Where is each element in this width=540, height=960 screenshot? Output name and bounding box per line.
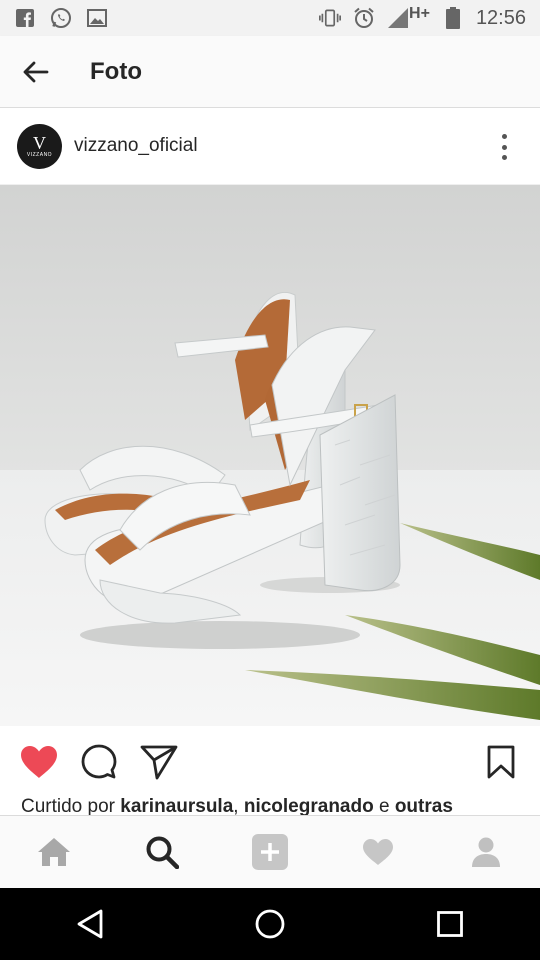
- heart-filled-icon: [21, 746, 57, 778]
- avatar-logo-letter: V: [33, 133, 46, 153]
- alarm-icon: [353, 7, 375, 29]
- profile-icon: [472, 837, 500, 867]
- save-button[interactable]: [481, 742, 521, 782]
- back-button[interactable]: [0, 36, 70, 108]
- likes-prefix: Curtido por: [21, 796, 121, 817]
- likes-separator: ,: [233, 796, 244, 817]
- share-button[interactable]: [139, 742, 179, 782]
- nav-home[interactable]: [24, 822, 84, 882]
- liker-link[interactable]: nicolegranado: [244, 796, 374, 817]
- heart-icon: [363, 839, 393, 865]
- more-dot: [501, 144, 507, 150]
- recents-square-icon: [437, 911, 463, 937]
- app-bar: Foto: [0, 36, 540, 108]
- post-photo[interactable]: [0, 185, 540, 726]
- liker-link[interactable]: karinaursula: [120, 796, 233, 817]
- home-circle-icon: [255, 909, 285, 939]
- android-nav-bar: [0, 888, 540, 960]
- home-icon: [38, 838, 70, 866]
- status-bar: H+ 12:56: [0, 0, 540, 36]
- avatar[interactable]: V VIZZANO: [17, 123, 62, 169]
- comment-icon: [81, 744, 117, 779]
- send-icon: [140, 745, 178, 780]
- vibrate-icon: [319, 7, 342, 29]
- like-button[interactable]: [19, 742, 59, 782]
- clock: 12:56: [475, 6, 526, 29]
- notification-icons: [14, 7, 108, 29]
- likes-others-link[interactable]: outras: [395, 796, 453, 817]
- battery-icon: [442, 7, 464, 29]
- nav-activity[interactable]: [348, 822, 408, 882]
- post-header: V VIZZANO vizzano_oficial: [0, 108, 540, 185]
- signal-icon: [388, 8, 409, 28]
- bookmark-icon: [487, 745, 515, 779]
- arrow-left-icon: [23, 61, 49, 82]
- comment-button[interactable]: [79, 742, 119, 782]
- sandals-photo: [0, 185, 540, 726]
- search-icon: [146, 836, 179, 869]
- system-icons: H+ 12:56: [319, 5, 526, 30]
- likes-conjunction: e: [373, 796, 395, 817]
- username-link[interactable]: vizzano_oficial: [74, 135, 198, 157]
- gallery-icon: [86, 7, 108, 29]
- page-title: Foto: [90, 57, 142, 85]
- signal-indicator: H+: [387, 5, 430, 29]
- more-dot: [501, 155, 507, 160]
- network-type: H+: [409, 5, 430, 22]
- back-triangle-icon: [77, 909, 103, 939]
- nav-add[interactable]: [240, 822, 300, 882]
- android-home-button[interactable]: [240, 894, 300, 954]
- android-recents-button[interactable]: [420, 894, 480, 954]
- avatar-logo-text: VIZZANO: [26, 152, 53, 158]
- android-back-button[interactable]: [60, 894, 120, 954]
- more-vertical-icon: [501, 134, 507, 139]
- whatsapp-icon: [50, 7, 72, 29]
- post-actions: [0, 726, 540, 796]
- more-options-button[interactable]: [496, 134, 512, 160]
- nav-search[interactable]: [132, 822, 192, 882]
- nav-profile[interactable]: [456, 822, 516, 882]
- facebook-icon: [14, 7, 36, 29]
- bottom-nav: [0, 815, 540, 888]
- add-icon: [252, 834, 288, 870]
